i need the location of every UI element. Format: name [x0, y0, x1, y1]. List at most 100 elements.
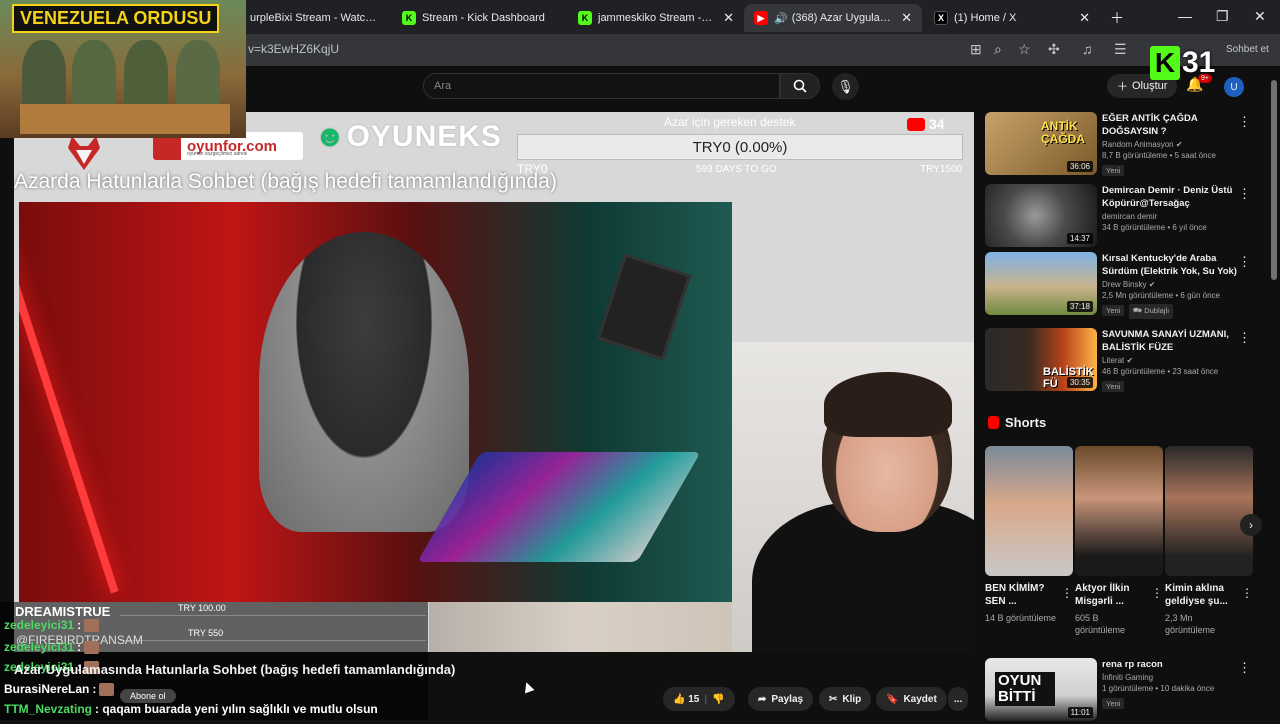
new-tab-icon[interactable]: ＋	[1110, 8, 1124, 28]
search-button[interactable]	[780, 73, 820, 99]
scrollbar-thumb[interactable]	[1271, 80, 1277, 280]
video-title[interactable]: SAVUNMA SANAYİ UZMANI, BALİSTİK FÜZE SAH…	[1102, 328, 1240, 354]
tab-kick-dashboard[interactable]: K Stream - Kick Dashboard	[392, 4, 562, 32]
recommendation-item[interactable]: BALİSTİK FÜ 30:35 SAVUNMA SANAYİ UZMANI,…	[985, 328, 1265, 394]
window-close-icon[interactable]: ✕	[1254, 8, 1266, 25]
chat-user[interactable]: zedeleyici31	[4, 618, 74, 632]
sidebar-icon[interactable]: ☰	[1114, 41, 1127, 58]
goal-days: 593 DAYS TO GO	[696, 164, 777, 175]
chat-user[interactable]: zedeleyici31	[4, 640, 74, 654]
more-vert-icon[interactable]: ⋮	[1238, 254, 1251, 270]
video-title[interactable]: Demircan Demir · Deniz Üstü Köpürür@Ters…	[1102, 184, 1240, 210]
shorts-next-button[interactable]: ›	[1240, 514, 1262, 536]
video-title[interactable]: Kırsal Kentucky'de Araba Sürdüm (Elektri…	[1102, 252, 1240, 278]
more-vert-icon[interactable]: ⋮	[1238, 660, 1251, 676]
chat-user[interactable]: BurasiNereLan	[4, 682, 89, 696]
close-icon[interactable]: ✕	[901, 10, 912, 26]
channel-name[interactable]: Random Animasyon ✔	[1102, 140, 1240, 149]
search-input[interactable]: Ara	[423, 73, 780, 99]
youtube-icon: ▶	[754, 11, 768, 25]
recommendation-item[interactable]: 37:18 Kırsal Kentucky'de Araba Sürdüm (E…	[985, 252, 1265, 319]
chat-line: BurasiNereLan:	[4, 682, 115, 696]
more-vert-icon[interactable]: ⋮	[1061, 586, 1073, 600]
short-item[interactable]: BEN KİMİM? SEN ... 14 B görüntüleme ⋮	[985, 446, 1073, 624]
thumbnail-title: VENEZUELA ORDUSU	[12, 4, 220, 33]
camera-feed-webcam	[732, 342, 974, 652]
video-title[interactable]: rena rp racon	[1102, 658, 1240, 671]
divider: |	[704, 693, 708, 705]
goal-max: TRY1500	[920, 164, 963, 175]
video-thumbnail[interactable]: 14:37	[985, 184, 1097, 247]
more-vert-icon[interactable]: ⋮	[1241, 586, 1253, 600]
search-icon	[793, 79, 807, 93]
recommendation-item[interactable]: 14:37 Demircan Demir · Deniz Üstü Köpürü…	[985, 184, 1265, 250]
channel-name[interactable]: demircan demir	[1102, 212, 1240, 221]
short-title[interactable]: BEN KİMİM? SEN ...	[985, 582, 1057, 608]
channel-name[interactable]: Literat ✔	[1102, 356, 1240, 365]
video-thumbnail[interactable]: 37:18	[985, 252, 1097, 315]
short-title[interactable]: Kimin aklına geldiyse şu...	[1165, 582, 1237, 608]
chat-text: :	[92, 682, 97, 696]
clip-button[interactable]: ✂ Klip	[819, 687, 872, 711]
short-thumbnail[interactable]	[1075, 446, 1163, 576]
more-vert-icon[interactable]: ⋮	[1151, 586, 1163, 600]
verified-icon: ✔	[1126, 356, 1134, 365]
short-title[interactable]: Aktyor İlkin Misgərli ...	[1075, 582, 1147, 608]
extensions-icon[interactable]: ✣	[1048, 41, 1060, 58]
video-title[interactable]: EĞER ANTİK ÇAĞDA DOĞSAYSIN ?	[1102, 112, 1240, 138]
chat-user[interactable]: TTM_Nevzating	[4, 702, 92, 716]
subscribe-button[interactable]: Abone ol	[120, 689, 176, 703]
dubbed-label: Dublajlı	[1144, 306, 1170, 315]
tab-title: (1) Home / X	[954, 12, 1017, 24]
more-vert-icon[interactable]: ⋮	[1238, 114, 1251, 130]
speaker-icon: 🔊	[774, 12, 788, 25]
more-icon: ...	[954, 693, 963, 705]
short-item[interactable]: Aktyor İlkin Misgərli ... 605 B görüntül…	[1075, 446, 1163, 636]
dub-icon: 🗪	[1132, 306, 1145, 315]
close-icon[interactable]: ✕	[723, 10, 734, 26]
zoom-icon[interactable]: ⌕	[994, 41, 1002, 58]
mouse-cursor	[521, 680, 535, 694]
duration-badge: 11:01	[1067, 707, 1093, 718]
tab-jammeskiko[interactable]: K jammeskiko Stream - Watch Live ✕	[568, 4, 744, 32]
tab-youtube-active[interactable]: ▶ 🔊 (368) Azar Uygulamasında ✕	[744, 4, 922, 32]
x-icon: X	[934, 11, 948, 25]
verified-icon: ✔	[1175, 140, 1183, 149]
youtube-icon	[907, 117, 925, 131]
recommendation-item[interactable]: ANTİK ÇAĞDA 36:06 EĞER ANTİK ÇAĞDA DOĞSA…	[985, 112, 1265, 178]
mic-button[interactable]: 🎙	[832, 73, 859, 100]
media-icon[interactable]: ♫	[1082, 41, 1093, 57]
video-stats: 2,5 Mn görüntüleme • 6 gün önce	[1102, 291, 1220, 300]
sponsor1-sub: oyunun vazgeçilmez adresi	[187, 151, 248, 157]
share-button[interactable]: ➦ Paylaş	[748, 687, 814, 711]
short-thumbnail[interactable]	[1165, 446, 1253, 576]
share-label: Paylaş	[771, 693, 804, 705]
video-thumbnail[interactable]: BALİSTİK FÜ 30:35	[985, 328, 1097, 391]
install-icon[interactable]: ⊞	[970, 41, 982, 58]
close-icon[interactable]: ✕	[1079, 10, 1090, 26]
chat-text: :	[77, 640, 82, 654]
like-button[interactable]: 👍 15	[673, 694, 699, 705]
star-icon[interactable]: ☆	[1018, 41, 1031, 58]
video-thumbnail[interactable]: ANTİK ÇAĞDA 36:06	[985, 112, 1097, 175]
channel-name[interactable]: Drew Binsky ✔	[1102, 280, 1240, 289]
scrollbar[interactable]	[1270, 70, 1278, 710]
video-thumbnail[interactable]: OYUN BİTTİ 11:01	[985, 658, 1097, 721]
maximize-icon[interactable]: ❐	[1216, 8, 1229, 25]
more-actions-button[interactable]: ...	[948, 687, 969, 711]
more-vert-icon[interactable]: ⋮	[1238, 186, 1251, 202]
short-thumbnail[interactable]	[985, 446, 1073, 576]
more-vert-icon[interactable]: ⋮	[1238, 330, 1251, 346]
short-views: 2,3 Mn görüntüleme	[1165, 613, 1216, 635]
channel-name[interactable]: İnfiniti Gaming	[1102, 673, 1240, 682]
url-text[interactable]: v=k3EwHZ6KqjU	[248, 42, 339, 56]
video-player[interactable]: oyunfor.com oyunun vazgeçilmez adresi ☻O…	[14, 112, 974, 652]
recommendation-item[interactable]: OYUN BİTTİ 11:01 rena rp racon İnfiniti …	[985, 658, 1265, 724]
dubbed-badge: 🗪 Dublajlı	[1128, 304, 1174, 319]
tab-x-home[interactable]: X (1) Home / X ✕	[924, 4, 1100, 32]
minimize-icon[interactable]: —	[1178, 8, 1192, 24]
short-item[interactable]: Kimin aklına geldiyse şu... 2,3 Mn görün…	[1165, 446, 1253, 636]
dislike-button[interactable]: 👎	[712, 694, 724, 705]
save-button[interactable]: 🔖 Kaydet	[876, 687, 947, 711]
tab-purplebixi[interactable]: urpleBixi Stream - Watch Live	[240, 4, 390, 32]
